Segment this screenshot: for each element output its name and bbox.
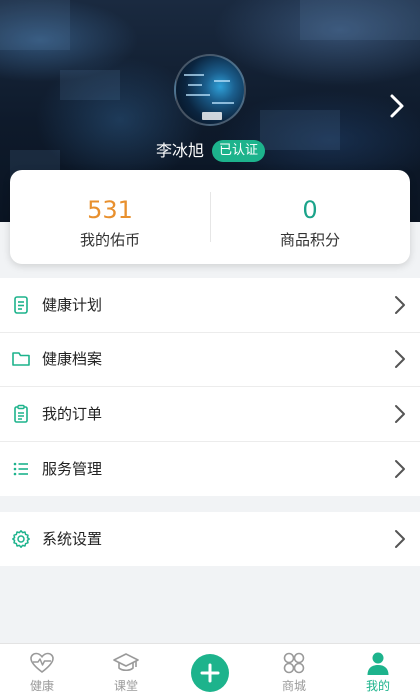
plus-icon [200,663,220,683]
coins-stat[interactable]: 531 我的佑币 [10,170,210,264]
nav-item-health[interactable]: 健康 [0,644,84,700]
menu-label: 健康计划 [42,295,103,314]
coins-label: 我的佑币 [79,231,140,249]
nav-item-mine[interactable]: 我的 [336,644,420,700]
menu-item-service-management[interactable]: 服务管理 [0,442,420,497]
chevron-right-icon[interactable] [386,92,408,120]
menu-label: 健康档案 [42,350,103,369]
menu-item-health-records[interactable]: 健康档案 [0,333,420,387]
plan-icon [14,295,28,314]
chevron-right-icon [395,404,405,423]
points-label: 商品积分 [279,231,340,249]
person-icon [367,652,389,675]
nav-item-classroom[interactable]: 课堂 [84,644,168,700]
menu-label: 服务管理 [42,459,103,478]
menu-item-system-settings[interactable]: 系统设置 [0,512,420,567]
chevron-right-icon [395,295,405,314]
bottom-nav: 健康 课堂 商城 我的 [0,643,420,700]
menu-label: 系统设置 [42,530,103,549]
folder-icon [12,352,30,367]
stats-card: 531 我的佑币 0 商品积分 [10,170,410,264]
avatar-tag [202,112,222,120]
add-button[interactable] [191,654,229,692]
menu-item-health-plan[interactable]: 健康计划 [0,278,420,333]
points-value: 0 [302,196,318,224]
heart-pulse-icon [30,652,54,674]
gear-icon [12,530,30,549]
nav-item-mall[interactable]: 商城 [252,644,336,700]
menu-group-main: 健康计划 健康档案 我的订单 服务管理 [0,278,420,496]
verified-badge: 已认证 [212,140,266,162]
nav-label: 健康 [29,679,54,693]
coins-value: 531 [87,196,133,224]
menu-item-my-orders[interactable]: 我的订单 [0,387,420,442]
nav-label: 课堂 [113,679,138,693]
avatar[interactable] [174,54,246,126]
menu-label: 我的订单 [42,404,103,423]
chevron-right-icon [395,350,405,369]
grid-icon [283,652,305,674]
clipboard-icon [14,404,28,423]
points-stat[interactable]: 0 商品积分 [210,170,410,264]
menu-group-settings: 系统设置 [0,512,420,566]
nav-label: 我的 [365,679,390,693]
chevron-right-icon [395,530,405,549]
nav-label: 商城 [281,679,306,693]
username: 李冰旭 [156,141,205,160]
graduation-cap-icon [113,653,139,672]
list-icon [13,462,28,476]
chevron-right-icon [395,459,405,478]
